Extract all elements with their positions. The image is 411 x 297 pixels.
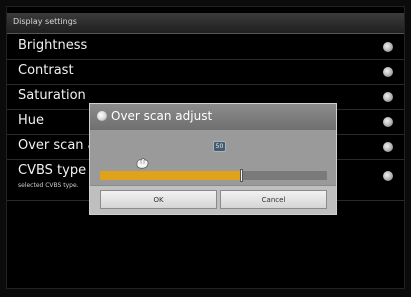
radio-icon [383, 117, 393, 127]
ok-button[interactable]: OK [100, 190, 217, 209]
setting-label: Hue [18, 113, 45, 128]
radio-icon [383, 42, 393, 52]
slider-value-indicator: 50 [213, 141, 226, 152]
setting-label: CVBS type [18, 163, 87, 178]
over-scan-dialog: Over scan adjust 50 OK Cancel [89, 103, 337, 215]
setting-row-brightness[interactable]: Brightness [7, 35, 404, 60]
dialog-body: 50 [90, 130, 336, 188]
slider-fill [100, 171, 241, 180]
radio-icon [383, 142, 393, 152]
slider-thumb[interactable] [240, 169, 243, 182]
dialog-title: Over scan adjust [111, 109, 213, 123]
radio-icon [383, 92, 393, 102]
cancel-button[interactable]: Cancel [220, 190, 327, 209]
screen: Display settings Brightness Contrast Sat… [6, 6, 405, 289]
radio-icon [97, 111, 107, 121]
hand-cursor-icon [136, 158, 149, 169]
window-title: Display settings [13, 17, 77, 26]
radio-icon [383, 171, 393, 181]
setting-subtext: selected CVBS type. [18, 182, 79, 189]
dialog-header: Over scan adjust [90, 104, 336, 131]
over-scan-slider[interactable] [100, 169, 327, 182]
setting-label: Saturation [18, 88, 86, 103]
setting-label: Brightness [18, 38, 88, 53]
titlebar: Display settings [7, 13, 404, 34]
setting-label: Contrast [18, 63, 74, 78]
setting-row-contrast[interactable]: Contrast [7, 60, 404, 85]
radio-icon [383, 67, 393, 77]
dialog-footer: OK Cancel [90, 185, 336, 214]
